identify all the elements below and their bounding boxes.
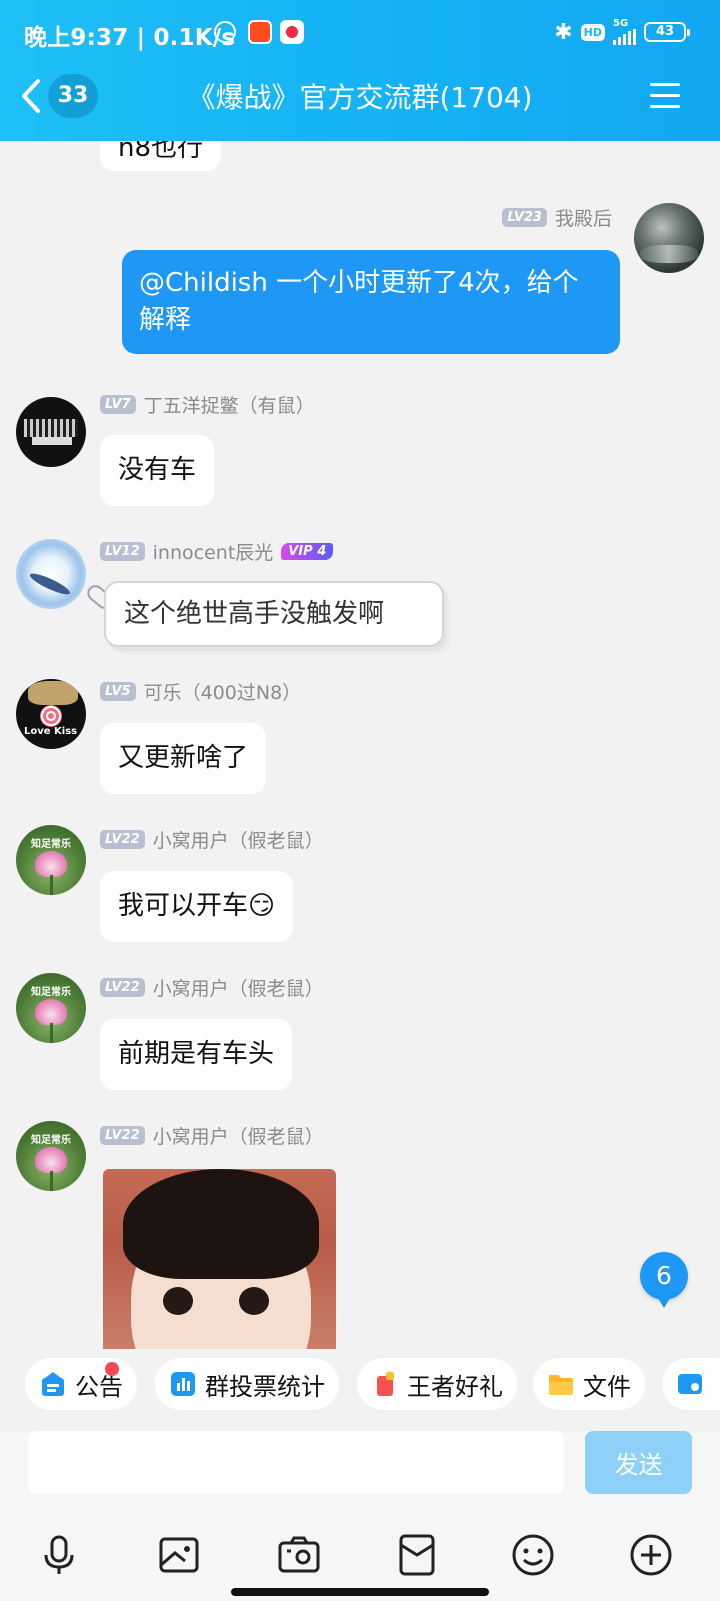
menu-icon[interactable] <box>650 83 680 109</box>
announcement-icon <box>39 1370 67 1398</box>
avatar[interactable] <box>634 203 704 273</box>
status-bar: 晚上9:37 | 0.1K/s ✱ HD 5G 43 <box>0 0 720 66</box>
quick-actions-bar[interactable]: 公告 群投票统计 王者好礼 文件 <box>0 1349 720 1431</box>
new-messages-badge[interactable]: 6 <box>640 1252 688 1308</box>
battery-icon: 43 <box>644 22 690 42</box>
sender-meta: LV5 可乐（400过N8） <box>100 679 302 704</box>
emoji-icon[interactable] <box>509 1531 557 1579</box>
music-notification-icon <box>280 20 304 44</box>
red-packet-icon[interactable] <box>393 1531 441 1579</box>
message-bubble[interactable]: n8也行 <box>100 141 222 171</box>
sender-meta: LV22 小窝用户（假老鼠） <box>100 975 324 1000</box>
message-list[interactable]: n8也行 LV23 我殿后 @Childish 一个小时更新了4次，给个解释 L… <box>0 141 720 1349</box>
unread-count-badge: 33 <box>48 74 98 118</box>
app-header: 晚上9:37 | 0.1K/s ✱ HD 5G 43 33 《爆战》官方交流群(… <box>0 0 720 141</box>
alarm-icon <box>214 21 236 43</box>
sender-meta: LV7 丁五洋捉鳖（有鼠） <box>100 392 315 417</box>
message-bubble[interactable]: 我可以开车😏 <box>100 871 294 942</box>
plus-icon[interactable] <box>627 1531 675 1579</box>
message-bubble[interactable]: 前期是有车头 <box>100 1019 293 1090</box>
status-time: 晚上9:37 | 0.1K/s <box>24 25 236 51</box>
input-area: 发送 <box>0 1431 720 1601</box>
sender-meta: LV22 小窝用户（假老鼠） <box>100 1123 324 1148</box>
chart-icon <box>169 1370 197 1398</box>
chip-label: 群投票统计 <box>205 1372 325 1401</box>
gift-chip[interactable]: 王者好礼 <box>357 1358 517 1410</box>
camera-icon[interactable] <box>275 1531 323 1579</box>
chat-screen: 晚上9:37 | 0.1K/s ✱ HD 5G 43 33 《爆战》官方交流群(… <box>0 0 720 1601</box>
vote-stats-chip[interactable]: 群投票统计 <box>155 1358 339 1410</box>
level-badge: LV22 <box>100 1125 145 1145</box>
more-icon <box>676 1370 704 1398</box>
message-bubble[interactable]: @Childish 一个小时更新了4次，给个解释 <box>122 250 620 354</box>
bluetooth-icon: ✱ <box>554 19 573 45</box>
avatar[interactable]: Love Kiss <box>16 679 86 749</box>
chip-label: 文件 <box>583 1372 631 1401</box>
image-icon[interactable] <box>155 1531 203 1579</box>
announcement-chip[interactable]: 公告 <box>25 1358 137 1410</box>
hd-badge: HD <box>580 23 605 41</box>
level-badge: LV23 <box>502 207 547 227</box>
files-chip[interactable]: 文件 <box>533 1358 645 1410</box>
sender-name: innocent辰光 <box>152 541 274 564</box>
sender-meta: LV23 我殿后 <box>502 205 612 230</box>
vip-badge: VIP 4 <box>281 542 334 560</box>
chat-title: 《爆战》官方交流群(1704) <box>187 81 533 114</box>
message-bubble[interactable]: 这个绝世高手没触发啊 <box>104 581 444 647</box>
avatar[interactable]: 知足常乐 <box>16 825 86 895</box>
avatar[interactable] <box>16 397 86 467</box>
send-button[interactable]: 发送 <box>585 1431 692 1494</box>
sender-name: 小窝用户（假老鼠） <box>152 1125 324 1148</box>
avatar[interactable] <box>16 539 86 609</box>
sender-name: 小窝用户（假老鼠） <box>152 977 324 1000</box>
status-icons: ✱ HD 5G 43 <box>554 18 690 46</box>
sender-meta: LV12 innocent辰光 VIP 4 <box>100 539 334 564</box>
message-input[interactable] <box>28 1431 564 1494</box>
level-badge: LV5 <box>100 681 136 701</box>
app-notification-icon <box>248 20 272 44</box>
chip-label: 王者好礼 <box>407 1372 503 1401</box>
more-chip[interactable] <box>662 1358 720 1410</box>
sender-name: 我殿后 <box>554 207 612 230</box>
level-badge: LV22 <box>100 829 145 849</box>
sender-name: 丁五洋捉鳖（有鼠） <box>143 394 315 417</box>
avatar[interactable]: 知足常乐 <box>16 973 86 1043</box>
title-bar: 33 《爆战》官方交流群(1704) <box>0 66 720 141</box>
message-bubble[interactable]: 没有车 <box>100 435 215 506</box>
sender-meta: LV22 小窝用户（假老鼠） <box>100 827 324 852</box>
voice-icon[interactable] <box>35 1531 83 1579</box>
avatar[interactable]: 知足常乐 <box>16 1121 86 1191</box>
signal-icon: 5G <box>613 19 636 45</box>
message-bubble[interactable]: 又更新啥了 <box>100 723 267 794</box>
home-indicator <box>231 1588 489 1596</box>
level-badge: LV7 <box>100 394 136 414</box>
gift-icon <box>371 1370 399 1398</box>
notification-dot <box>105 1362 119 1376</box>
network-type: 5G <box>613 18 629 29</box>
sender-name: 小窝用户（假老鼠） <box>152 829 324 852</box>
image-message[interactable] <box>103 1169 336 1349</box>
level-badge: LV22 <box>100 977 145 997</box>
input-toolbar <box>0 1531 720 1581</box>
folder-icon <box>547 1370 575 1398</box>
back-button[interactable]: 33 <box>20 74 98 118</box>
level-badge: LV12 <box>100 541 145 561</box>
chevron-left-icon <box>22 79 40 113</box>
sender-name: 可乐（400过N8） <box>143 681 302 704</box>
